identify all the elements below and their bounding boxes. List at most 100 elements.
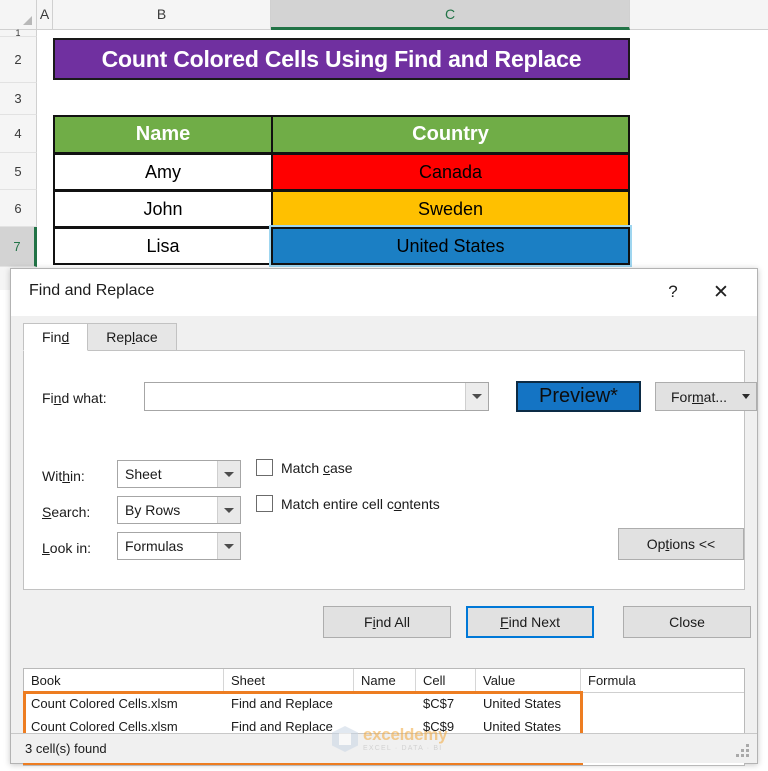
close-button[interactable]: Close [623, 606, 751, 638]
format-button[interactable]: Format... [655, 382, 757, 411]
options-label-post: ions << [669, 536, 715, 552]
row-header-2[interactable]: 2 [0, 37, 37, 83]
format-label-pre: For [671, 389, 692, 405]
results-col-book[interactable]: Book [24, 669, 224, 693]
search-label: Search: [42, 504, 90, 520]
within-label-post: in: [70, 468, 85, 484]
dialog-titlebar[interactable]: Find and Replace ? ✕ [11, 269, 757, 316]
select-all-triangle-icon [23, 16, 32, 25]
find-what-label-pre: Fi [42, 390, 54, 406]
exceldemy-logo-icon [332, 726, 358, 752]
search-accel: S [42, 504, 51, 520]
tab-replace[interactable]: Replace [87, 323, 176, 351]
options-button[interactable]: Options << [618, 528, 744, 560]
row-header-7[interactable]: 7 [0, 227, 37, 267]
match-entire-cell-checkbox[interactable] [256, 495, 273, 512]
result-formula [581, 693, 745, 716]
within-select[interactable]: Sheet [117, 460, 241, 488]
tab-find-label-pre: Fin [42, 329, 61, 345]
row-header-4[interactable]: 4 [0, 115, 37, 153]
match-entire-post: ntents [402, 496, 440, 512]
tab-replace-label-pre: Rep [106, 329, 132, 345]
status-text: 3 cell(s) found [25, 741, 107, 756]
results-header-row: Book Sheet Name Cell Value Formula [24, 669, 744, 693]
dialog-body: Find Replace Find what: Preview* F [11, 316, 757, 763]
table-cell-name: Lisa [53, 227, 273, 265]
results-col-formula[interactable]: Formula [581, 669, 745, 693]
column-header-c[interactable]: C [271, 0, 630, 30]
match-case-checkbox-row[interactable]: Match case [256, 459, 353, 476]
chevron-down-icon[interactable] [465, 383, 488, 410]
find-options-panel: Find what: Preview* Format... Within: Sh… [23, 350, 745, 590]
result-sheet: Find and Replace [224, 693, 354, 716]
results-col-sheet[interactable]: Sheet [224, 669, 354, 693]
help-icon[interactable]: ? [657, 277, 689, 307]
within-label-pre: Wit [42, 468, 62, 484]
tabstrip: Find Replace [23, 323, 176, 351]
column-header-blank [630, 0, 768, 30]
find-next-button[interactable]: Find Next [466, 606, 594, 638]
close-icon[interactable]: ✕ [705, 277, 737, 307]
table-cell-country: Sweden [271, 190, 630, 228]
match-entire-cell-checkbox-row[interactable]: Match entire cell contents [256, 495, 440, 512]
tab-find[interactable]: Find [23, 323, 88, 351]
search-value: By Rows [118, 502, 217, 518]
look-in-accel: L [42, 540, 50, 556]
chevron-down-icon[interactable] [217, 533, 240, 559]
look-in-select[interactable]: Formulas [117, 532, 241, 560]
search-label-post: earch: [51, 504, 90, 520]
table-cell-country: Canada [271, 153, 630, 191]
excel-worksheet: Count Colored Cells Using Find and Repla… [0, 0, 768, 290]
match-entire-accel: o [394, 496, 402, 512]
format-button-label: Format... [656, 389, 736, 405]
watermark-text: exceldemy EXCEL · DATA · BI [363, 726, 447, 752]
table-header-name: Name [53, 115, 273, 154]
look-in-label: Look in: [42, 540, 91, 556]
format-label-post: at... [704, 389, 727, 405]
results-col-cell[interactable]: Cell [416, 669, 476, 693]
cell-selection-outline [269, 225, 632, 267]
find-what-input[interactable] [145, 383, 465, 410]
find-next-post: ind Next [509, 614, 560, 630]
result-cell: $C$7 [416, 693, 476, 716]
results-col-value[interactable]: Value [476, 669, 581, 693]
match-case-accel: c [323, 460, 330, 476]
row-header-3[interactable]: 3 [0, 83, 37, 115]
result-value: United States [476, 693, 581, 716]
dialog-title: Find and Replace [29, 282, 154, 300]
row-header-1[interactable]: 1 [0, 30, 37, 37]
screenshot-root: Count Colored Cells Using Find and Repla… [0, 0, 768, 771]
table-header-country: Country [271, 115, 630, 154]
row-header-5[interactable]: 5 [0, 153, 37, 190]
match-entire-cell-label: Match entire cell contents [281, 496, 440, 512]
find-what-label: Find what: [42, 390, 107, 406]
find-all-pre: F [364, 614, 373, 630]
chevron-down-icon[interactable] [217, 461, 240, 487]
find-all-button[interactable]: Find All [323, 606, 451, 638]
close-pre: Close [669, 614, 705, 630]
preview-button[interactable]: Preview* [516, 381, 641, 412]
table-cell-name: John [53, 190, 273, 228]
exceldemy-watermark: exceldemy EXCEL · DATA · BI [332, 722, 462, 756]
match-case-checkbox[interactable] [256, 459, 273, 476]
find-what-label-post: d what: [61, 390, 106, 406]
results-col-name[interactable]: Name [354, 669, 416, 693]
row-header-6[interactable]: 6 [0, 190, 37, 227]
column-header-a[interactable]: A [37, 0, 53, 30]
column-header-b[interactable]: B [53, 0, 271, 30]
tab-replace-label-post: ace [135, 329, 158, 345]
match-case-post: ase [330, 460, 353, 476]
resize-grip-icon[interactable] [735, 743, 749, 757]
find-what-combo[interactable] [144, 382, 489, 411]
search-select[interactable]: By Rows [117, 496, 241, 524]
options-label-pre: Op [647, 536, 666, 552]
match-case-label: Match case [281, 460, 353, 476]
caret-down-icon[interactable] [736, 394, 756, 399]
result-book: Count Colored Cells.xlsm [24, 693, 224, 716]
chevron-down-icon[interactable] [217, 497, 240, 523]
worksheet-title-banner: Count Colored Cells Using Find and Repla… [53, 38, 630, 80]
within-label: Within: [42, 468, 85, 484]
select-all-corner[interactable] [0, 0, 37, 30]
match-case-pre: Match [281, 460, 323, 476]
table-row[interactable]: Count Colored Cells.xlsm Find and Replac… [24, 693, 744, 716]
